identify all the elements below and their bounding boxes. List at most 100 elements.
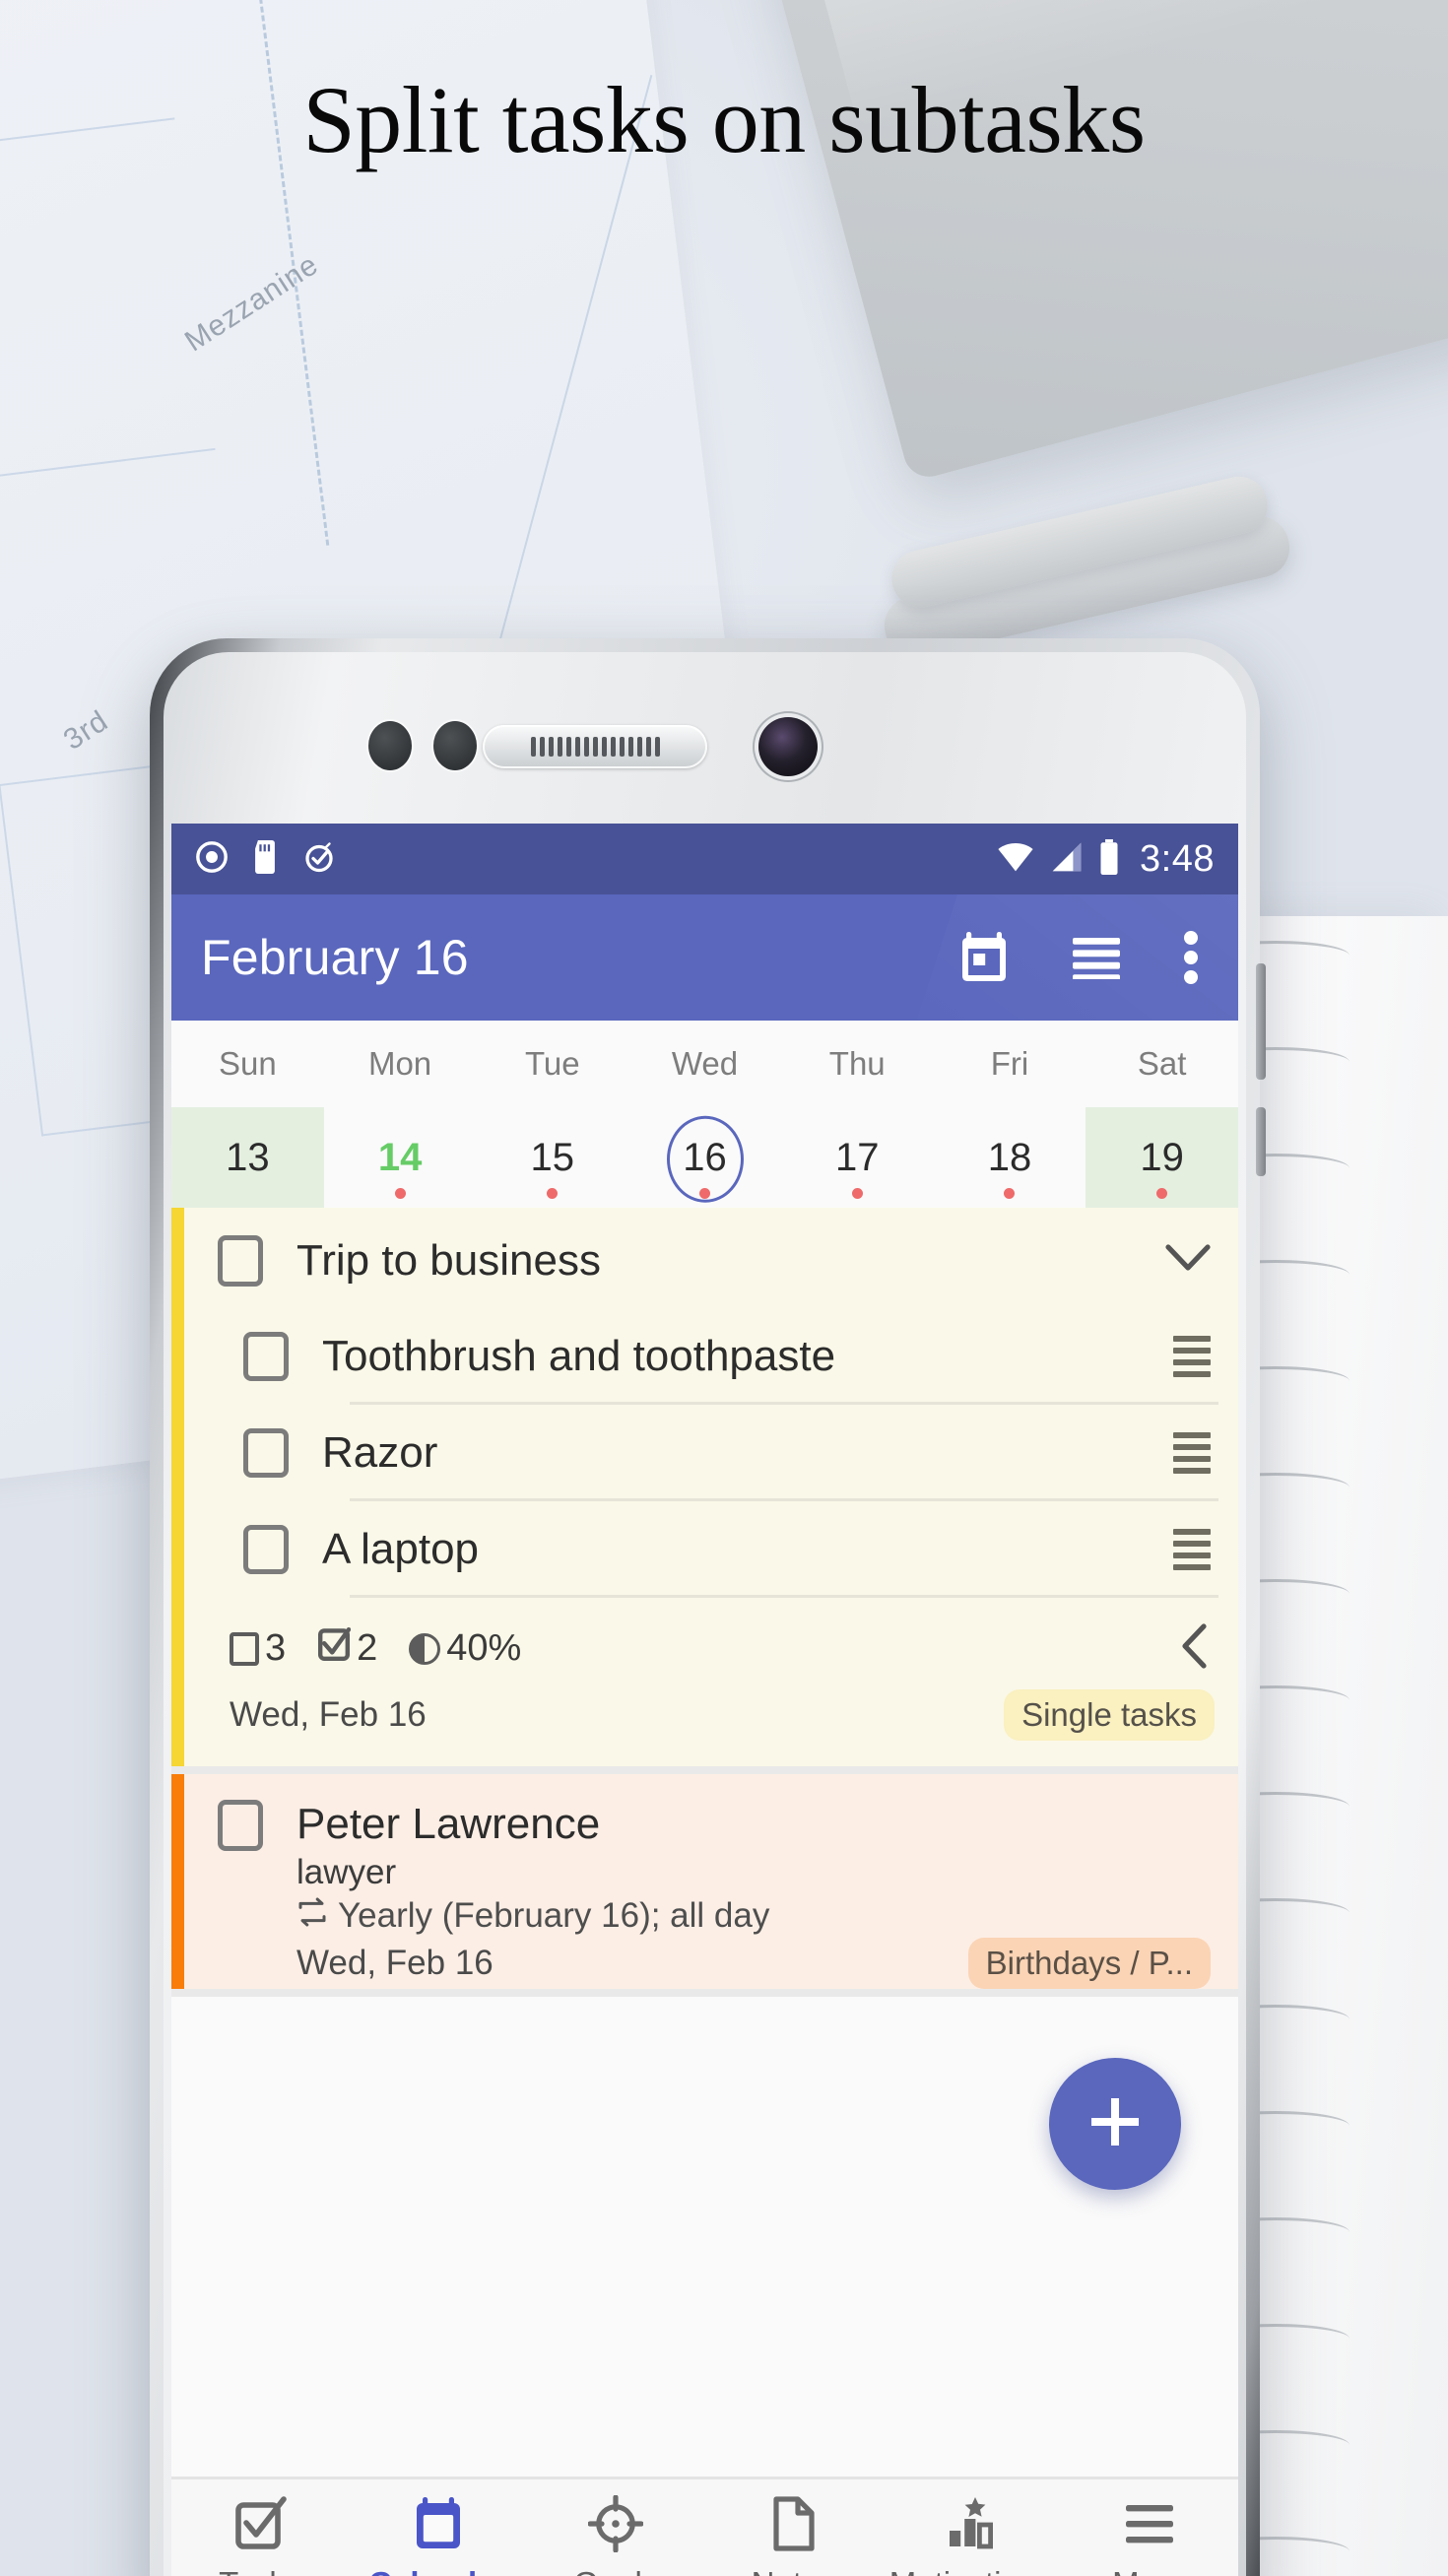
- birthday-card[interactable]: Peter Lawrence lawyer Yearly (February 1…: [171, 1774, 1238, 1989]
- light-sensor-icon: [433, 721, 477, 770]
- weekday-label-sat: Sat: [1137, 1045, 1187, 1082]
- status-bar: 3:48: [171, 824, 1238, 894]
- sd-card-icon: [250, 839, 280, 879]
- checkbox-empty-icon: [230, 1631, 259, 1666]
- wifi-icon: [996, 841, 1035, 878]
- signal-icon: [1049, 841, 1085, 878]
- day-number: 19: [1140, 1136, 1184, 1179]
- checkbox-checked-icon: [317, 1626, 352, 1672]
- task-date: Wed, Feb 16: [230, 1695, 427, 1734]
- day-event-dot: [1156, 1188, 1168, 1199]
- drag-handle-icon[interactable]: [1173, 1529, 1211, 1570]
- calendar-day-15[interactable]: 15: [476, 1107, 628, 1208]
- birthday-subtitle: lawyer: [296, 1853, 397, 1891]
- subtask-row[interactable]: Razor: [184, 1405, 1238, 1501]
- status-bar-right-icons: 3:48: [996, 838, 1215, 881]
- calendar-weekday-header: Sun Mon Tue Wed Thu Fri Sat: [171, 1021, 1238, 1107]
- subtask-checkbox[interactable]: [243, 1525, 289, 1574]
- weekday-label-thu: Thu: [828, 1045, 886, 1082]
- nav-item-goals[interactable]: Goals: [527, 2494, 705, 2576]
- plus-icon: [1087, 2094, 1143, 2154]
- nav-label: Goals: [573, 2565, 658, 2576]
- day-event-dot: [699, 1188, 711, 1199]
- nav-item-more[interactable]: More: [1061, 2495, 1239, 2576]
- subtask-title: Toothbrush and toothpaste: [322, 1332, 836, 1380]
- phone-sensor-cluster: [150, 717, 1260, 790]
- app-bar-actions: [958, 930, 1209, 985]
- calendar-day-18[interactable]: 18: [934, 1107, 1086, 1208]
- day-event-dot: [394, 1188, 406, 1199]
- blueprint-label-3rd: 3rd: [57, 704, 114, 757]
- phone-power-button[interactable]: [1256, 963, 1266, 1080]
- nav-item-calendar[interactable]: Calendar: [350, 2495, 528, 2576]
- birthday-category-badge[interactable]: Birthdays / P...: [967, 1938, 1211, 1989]
- birthday-checkbox[interactable]: [218, 1800, 263, 1851]
- subtask-checkbox[interactable]: [243, 1332, 289, 1381]
- front-camera-icon: [758, 717, 818, 776]
- day-event-dot: [851, 1188, 863, 1199]
- phone-screen: 3:48 February 16 Sun Mon Tue Wed Thu Fri…: [171, 824, 1238, 2576]
- day-number: 13: [226, 1136, 270, 1179]
- progress-pie-icon: [409, 1632, 441, 1665]
- nav-item-notes[interactable]: Notes: [705, 2495, 884, 2576]
- checkbox-check-icon: [232, 2495, 288, 2557]
- nav-label: Notes: [752, 2565, 836, 2576]
- weekday-label-sun: Sun: [219, 1045, 277, 1082]
- nav-item-motivations[interactable]: Motivations: [883, 2495, 1061, 2576]
- chevron-left-icon[interactable]: [1179, 1623, 1209, 1674]
- nav-label: Calendar: [368, 2565, 507, 2576]
- day-event-dot: [547, 1188, 559, 1199]
- list-view-icon[interactable]: [1071, 936, 1122, 979]
- birthday-repeat-text: Yearly (February 16); all day: [338, 1896, 770, 1935]
- proximity-sensor-icon: [368, 721, 412, 770]
- add-button[interactable]: [1049, 2058, 1181, 2190]
- phone-mockup: 3:48 February 16 Sun Mon Tue Wed Thu Fri…: [150, 638, 1266, 2576]
- progress-value: 40%: [446, 1627, 522, 1669]
- stat-open-count: 3: [230, 1627, 286, 1670]
- day-event-dot: [1004, 1188, 1016, 1199]
- task-stats-row: 3 2 40%: [184, 1598, 1238, 1684]
- weekday-label-tue: Tue: [524, 1045, 580, 1082]
- chevron-down-icon[interactable]: [1165, 1243, 1211, 1279]
- stat-progress: 40%: [409, 1627, 521, 1670]
- nav-label: Motivations: [889, 2565, 1054, 2576]
- task-meta-row: Wed, Feb 16 Single tasks: [184, 1684, 1238, 1766]
- drag-handle-icon[interactable]: [1173, 1336, 1211, 1377]
- calendar-icon: [413, 2495, 464, 2557]
- open-count-value: 3: [265, 1627, 287, 1669]
- done-count-value: 2: [357, 1627, 378, 1669]
- day-number: 17: [834, 1136, 880, 1179]
- calendar-day-13[interactable]: 13: [171, 1107, 324, 1208]
- nav-label: More: [1112, 2565, 1186, 2576]
- task-card[interactable]: Trip to business Toothbrush and toothpas…: [171, 1208, 1238, 1766]
- task-card-body: Trip to business Toothbrush and toothpas…: [184, 1208, 1238, 1766]
- stat-done-count: 2: [317, 1626, 377, 1672]
- task-category-badge[interactable]: Single tasks: [1004, 1689, 1215, 1741]
- drag-handle-icon[interactable]: [1173, 1432, 1211, 1474]
- subtask-row[interactable]: A laptop: [184, 1501, 1238, 1598]
- subtask-row[interactable]: Toothbrush and toothpaste: [184, 1308, 1238, 1405]
- calendar-day-17[interactable]: 17: [781, 1107, 934, 1208]
- card-divider: [171, 1766, 1238, 1774]
- subtask-title: A laptop: [322, 1525, 480, 1573]
- overflow-menu-icon[interactable]: [1183, 930, 1199, 985]
- hamburger-icon: [1122, 2495, 1177, 2557]
- birthday-title: Peter Lawrence: [296, 1800, 601, 1848]
- bar-chart-star-icon: [944, 2495, 999, 2557]
- record-icon: [195, 840, 229, 879]
- birthday-texts: Peter Lawrence lawyer Yearly (February 1…: [296, 1800, 1211, 1989]
- day-number: 18: [987, 1136, 1032, 1179]
- calendar-day-16[interactable]: 16: [628, 1107, 781, 1208]
- phone-volume-button[interactable]: [1256, 1107, 1266, 1176]
- card-divider: [171, 1989, 1238, 1997]
- agenda-list: Trip to business Toothbrush and toothpas…: [171, 1208, 1238, 2314]
- bottom-navigation: Tasks Calendar Goals: [171, 2477, 1238, 2576]
- calendar-day-14[interactable]: 14: [324, 1107, 477, 1208]
- page-title: February 16: [201, 930, 469, 985]
- nav-item-tasks[interactable]: Tasks: [171, 2495, 350, 2576]
- subtask-checkbox[interactable]: [243, 1428, 289, 1478]
- task-checkbox[interactable]: [218, 1235, 263, 1287]
- calendar-icon[interactable]: [958, 930, 1010, 985]
- task-header-row[interactable]: Trip to business: [184, 1208, 1238, 1308]
- calendar-day-19[interactable]: 19: [1086, 1107, 1238, 1208]
